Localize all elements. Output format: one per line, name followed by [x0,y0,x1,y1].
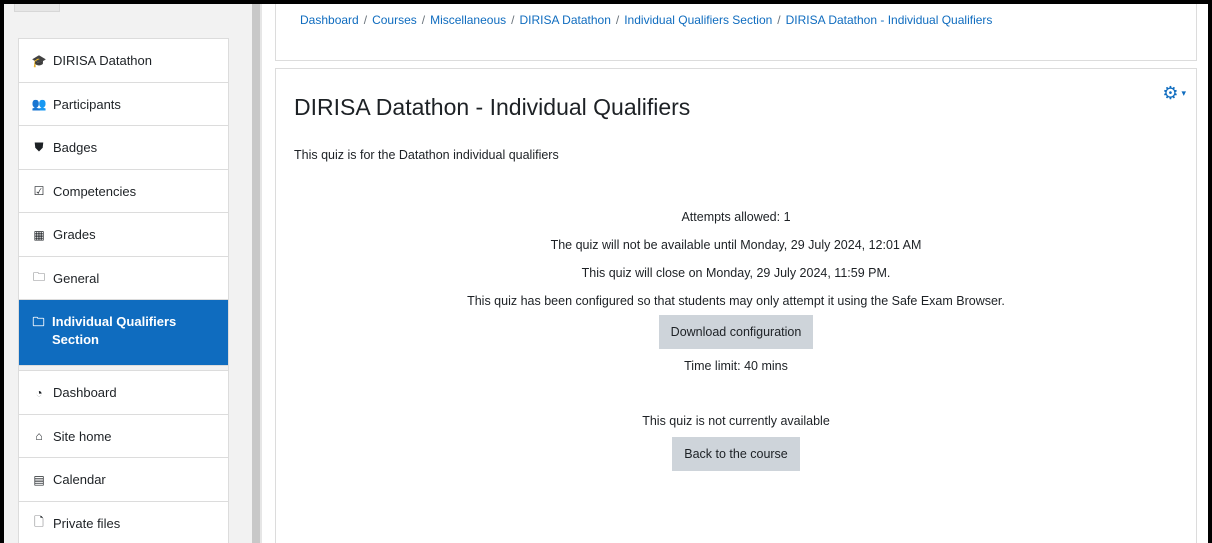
sidebar-item-label: DIRISA Datathon [53,53,152,69]
table-icon: ▦ [33,227,45,242]
breadcrumb-separator: / [363,13,368,27]
window-right-border [1208,0,1212,543]
caret-down-icon: ▾ [1181,88,1186,98]
sidebar-item-label: Site home [53,428,112,444]
sidebar-item-competencies[interactable]: ☑ Competencies [19,170,228,214]
sidebar-item-label: Competencies [53,183,137,199]
settings-menu-button[interactable]: ⚙ ▾ [1162,83,1186,104]
sidebar-item-dirisa-datathon[interactable]: 🎓 DIRISA Datathon [19,39,228,83]
breadcrumb-separator: / [511,13,515,27]
folder-icon: 🗀 [32,269,45,284]
tachometer-icon: ◔ [35,385,43,400]
sidebar-item-participants[interactable]: 👥 Participants [19,83,228,127]
sidebar-item-label: Calendar [53,472,106,488]
breadcrumb-separator: / [777,13,781,27]
page-title: DIRISA Datathon - Individual Qualifiers [294,94,691,120]
sidebar-item-row: ☑ Competencies [31,170,137,214]
breadcrumb: Dashboard / Courses / Miscellaneous / DIRISA D… [300,13,992,27]
breadcrumb-separator: / [615,13,620,27]
sidebar-item-row: ⌂ Site home [31,415,112,459]
sidebar-item-row: 🗀 Individual Qualifiers Section [31,313,216,349]
sidebar-item-label: Badges [53,140,98,156]
breadcrumb-link[interactable]: Miscellaneous [430,13,506,27]
download-configuration-button[interactable]: Download configuration [658,315,814,349]
sidebar-item-label: Private files [53,515,121,531]
sidebar-item-label: Individual Qualifiers Section [52,314,177,347]
breadcrumb-link[interactable]: Courses [372,13,417,27]
sidebar-item-label: Participants [53,96,121,112]
sidebar-item-calendar[interactable]: ▤ Calendar [19,458,228,502]
sidebar-item-row: ▦ Grades [31,213,96,257]
sidebar-item-row: ▤ Calendar [31,458,106,502]
sidebar-item-row: 👥 Participants [31,83,121,127]
folder-icon: 🗀 [32,315,45,329]
breadcrumb-separator: / [421,13,426,27]
sidebar-item-row: 🎓 DIRISA Datathon [31,39,152,83]
breadcrumb-link[interactable]: Dashboard [300,13,359,27]
window-left-border [0,0,4,543]
quiz-card: DIRISA Datathon - Individual Qualifiers … [275,68,1197,543]
back-to-course-button[interactable]: Back to the course [672,437,800,471]
sidebar-item-row: ⛊ Badges [31,126,97,170]
sidebar-item-dashboard[interactable]: ◔ Dashboard [19,371,228,415]
sidebar-item-label: Dashboard [53,385,117,401]
time-limit: Time limit: 40 mins [684,359,788,373]
nav-drawer: 🎓 DIRISA Datathon 👥 Participants ⛊ Badges ☑ Com… [18,38,229,543]
sidebar-item-general[interactable]: 🗀 General [19,257,228,301]
sidebar-item-individual-qualifiers-section[interactable]: 🗀 Individual Qualifiers Section [19,300,228,365]
drawer-divider [252,4,260,543]
sidebar-item-row: 🗋 Private files [31,502,120,543]
home-icon: ⌂ [35,429,43,444]
sidebar-item-badges[interactable]: ⛊ Badges [19,126,228,170]
breadcrumb-link[interactable]: Individual Qualifiers Section [624,13,772,27]
sidebar-item-row: 🗀 General [31,257,99,301]
calendar-icon: ▤ [33,472,45,487]
sidebar-item-label: Grades [53,227,96,243]
breadcrumb-link[interactable]: DIRISA Datathon [519,13,610,27]
sidebar-item-site-home[interactable]: ⌂ Site home [19,415,228,459]
quiz-intro: This quiz is for the Datathon individual… [294,148,559,162]
sidebar-item-label: General [53,270,100,286]
quiz-info: Attempts allowed: 1 The quiz will not be… [276,211,1196,471]
sidebar-item-private-files[interactable]: 🗋 Private files [19,502,228,543]
breadcrumb-link[interactable]: DIRISA Datathon - Individual Qualifiers [786,13,993,27]
check-square-icon: ☑ [33,184,45,199]
gear-icon: ⚙ [1162,83,1179,103]
sidebar-item-row: ◔ Dashboard [31,371,117,415]
safe-exam-browser-info: This quiz has been configured so that st… [467,294,1005,308]
attempts-allowed: Attempts allowed: 1 [681,210,791,224]
shield-icon: ⛊ [34,140,44,155]
drawer-divider-shadow [260,4,262,543]
open-date-info: The quiz will not be available until Mon… [550,238,922,252]
collapsed-block-edge [14,4,60,12]
sidebar-item-grades[interactable]: ▦ Grades [19,213,228,257]
breadcrumb-card: Dashboard / Courses / Miscellaneous / DIRISA D… [275,4,1197,61]
users-icon: 👥 [31,97,47,112]
quiz-unavailable-notice: This quiz is not currently available [642,414,830,428]
close-date-info: This quiz will close on Monday, 29 July … [581,266,891,280]
graduation-cap-icon: 🎓 [31,53,47,68]
file-icon: 🗋 [34,514,44,529]
